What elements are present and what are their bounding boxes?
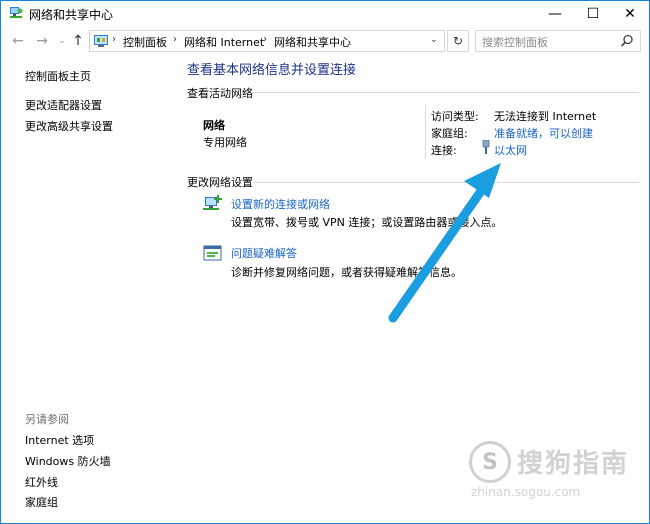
left-task-pane: 控制面板主页 更改适配器设置 更改高级共享设置 另请参阅 Internet 选项… <box>1 55 171 523</box>
back-arrow-icon[interactable]: ← <box>9 31 27 51</box>
maximize-button[interactable]: ☐ <box>575 1 611 27</box>
access-type-label: 访问类型: <box>431 110 479 123</box>
address-bar[interactable]: › 控制面板 › 网络和 Internet › 网络和共享中心 ⌄ <box>89 30 445 52</box>
see-also-label: 另请参阅 <box>25 413 69 426</box>
breadcrumb-control-panel[interactable]: 控制面板 <box>123 34 167 50</box>
control-panel-window: 网络和共享中心 — ☐ ✕ ← → ⌄ ↑ › 控制面板 › 网络和 Inter… <box>0 0 650 524</box>
change-network-settings-label: 更改网络设置 <box>187 176 253 189</box>
control-panel-icon <box>94 35 108 47</box>
search-input[interactable]: 搜索控制面板 <box>475 30 641 52</box>
search-placeholder: 搜索控制面板 <box>482 36 548 49</box>
ethernet-icon <box>482 140 490 154</box>
breadcrumb-separator: › <box>112 34 116 45</box>
ethernet-connection-link[interactable]: 以太网 <box>494 142 527 158</box>
troubleshoot-icon <box>203 245 222 261</box>
access-type-value: 无法连接到 Internet <box>494 110 597 123</box>
connections-label: 连接: <box>431 144 457 157</box>
change-advanced-sharing-link[interactable]: 更改高级共享设置 <box>25 118 113 134</box>
watermark-subtext: zhinan.sogou.com <box>471 485 581 499</box>
page-title: 查看基本网络信息并设置连接 <box>187 63 357 78</box>
close-button[interactable]: ✕ <box>612 1 648 27</box>
active-networks-label: 查看活动网络 <box>187 87 253 100</box>
address-dropdown-icon[interactable]: ⌄ <box>430 35 438 45</box>
homegroup-link[interactable]: 家庭组 <box>25 494 58 510</box>
section-divider <box>253 92 639 93</box>
internet-options-link[interactable]: Internet 选项 <box>25 432 94 448</box>
homegroup-status-link[interactable]: 准备就绪，可以创建 <box>494 125 593 141</box>
setup-new-connection-link[interactable]: 设置新的连接或网络 <box>231 196 330 212</box>
setup-new-connection-description: 设置宽带、拨号或 VPN 连接；或设置路由器或接入点。 <box>231 216 503 229</box>
details-divider <box>425 105 426 159</box>
section-divider <box>253 182 639 183</box>
new-connection-icon <box>203 195 222 210</box>
change-adapter-settings-link[interactable]: 更改适配器设置 <box>25 97 102 113</box>
troubleshoot-problems-description: 诊断并修复网络问题，或者获得疑难解答信息。 <box>231 266 462 279</box>
network-type: 专用网络 <box>203 136 247 149</box>
control-panel-home-link[interactable]: 控制面板主页 <box>25 68 91 84</box>
breadcrumb-separator: › <box>263 34 267 45</box>
network-name: 网络 <box>203 119 225 132</box>
navigation-bar: ← → ⌄ ↑ › 控制面板 › 网络和 Internet › 网络和共享中心 … <box>1 29 649 53</box>
minimize-button[interactable]: — <box>537 1 573 27</box>
watermark-text: 搜狗指南 <box>517 449 630 479</box>
watermark-glyph: S <box>469 441 511 483</box>
refresh-icon[interactable]: ↻ <box>447 30 469 52</box>
window-title: 网络和共享中心 <box>29 8 114 22</box>
sogou-watermark-logo: S 搜狗指南 zhinan.sogou.com <box>469 437 639 507</box>
breadcrumb-sharing-center[interactable]: 网络和共享中心 <box>274 34 351 50</box>
title-bar[interactable]: 网络和共享中心 — ☐ ✕ <box>1 1 649 27</box>
infrared-link[interactable]: 红外线 <box>25 474 58 490</box>
breadcrumb-network-internet[interactable]: 网络和 Internet <box>184 34 264 50</box>
troubleshoot-problems-link[interactable]: 问题疑难解答 <box>231 245 297 261</box>
network-center-icon <box>10 7 23 18</box>
windows-firewall-link[interactable]: Windows 防火墙 <box>25 453 111 469</box>
search-icon[interactable] <box>620 34 634 48</box>
forward-arrow-icon[interactable]: → <box>33 31 51 51</box>
breadcrumb-separator: › <box>173 34 177 45</box>
up-arrow-icon[interactable]: ↑ <box>69 31 87 51</box>
homegroup-label: 家庭组: <box>431 127 468 140</box>
